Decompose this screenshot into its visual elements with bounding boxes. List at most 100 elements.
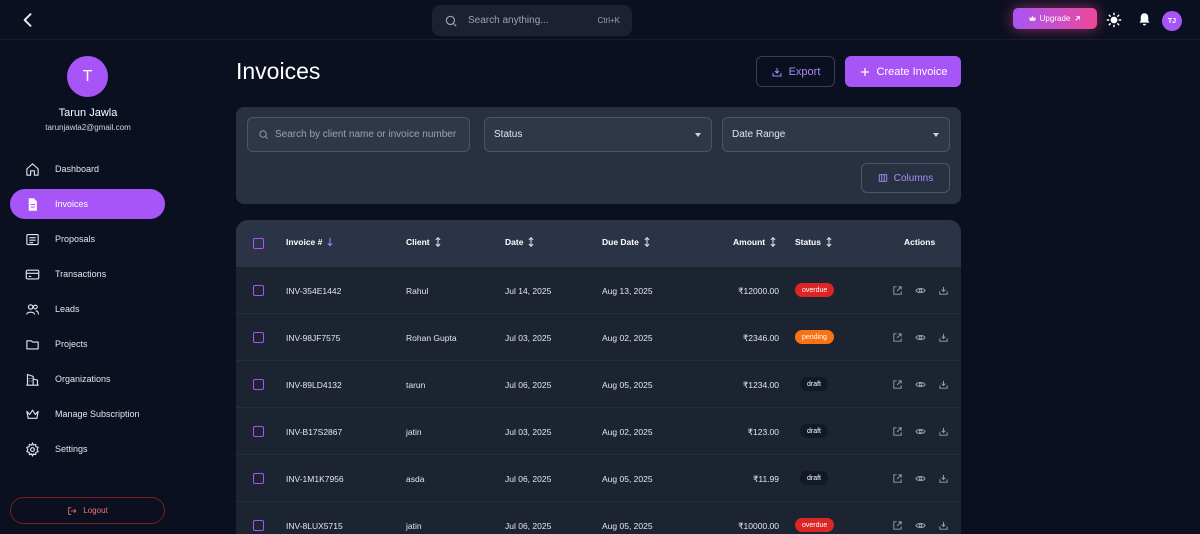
upgrade-label: Upgrade <box>1039 14 1071 23</box>
sort-icon <box>770 237 776 247</box>
row-checkbox[interactable] <box>253 426 264 437</box>
header-date[interactable]: Date <box>505 237 535 247</box>
cell-client: jatin <box>406 521 422 531</box>
date-range-select[interactable]: Date Range <box>722 117 950 152</box>
table-row[interactable]: INV-B17S2867 jatin Jul 03, 2025 Aug 02, … <box>236 408 961 455</box>
header-status-label: Status <box>795 237 821 247</box>
eye-icon[interactable] <box>915 285 926 296</box>
sidebar-item-projects[interactable]: Projects <box>10 329 165 359</box>
cell-amount: ₹2346.00 <box>742 333 779 343</box>
header-client-label: Client <box>406 237 430 247</box>
cell-due-date: Aug 05, 2025 <box>602 380 653 390</box>
row-checkbox[interactable] <box>253 520 264 531</box>
crown-icon <box>26 409 39 419</box>
row-checkbox[interactable] <box>253 285 264 296</box>
sidebar-item-dashboard[interactable]: Dashboard <box>10 154 165 184</box>
export-button[interactable]: Export <box>756 56 835 87</box>
global-search[interactable]: Search anything... Ctrl+K <box>432 5 632 36</box>
cell-invoice[interactable]: INV-8LUX5715 <box>286 521 343 531</box>
header-date-label: Date <box>505 237 524 247</box>
header-amount[interactable]: Amount <box>733 237 777 247</box>
upgrade-button[interactable]: Upgrade <box>1013 8 1097 29</box>
proposal-icon <box>26 233 39 245</box>
open-external-icon[interactable] <box>892 473 903 484</box>
header-actions: Actions <box>904 237 935 247</box>
cell-client: tarun <box>406 380 426 390</box>
download-icon[interactable] <box>938 379 949 390</box>
sidebar-item-transactions[interactable]: Transactions <box>10 259 165 289</box>
eye-icon[interactable] <box>915 473 926 484</box>
export-label: Export <box>788 65 821 78</box>
top-bar: Search anything... Ctrl+K Upgrade TJ <box>0 0 1200 40</box>
sidebar-item-settings[interactable]: Settings <box>10 434 165 464</box>
logout-label: Logout <box>83 506 108 515</box>
sidebar-item-manage-subscription[interactable]: Manage Subscription <box>10 399 165 429</box>
sidebar-item-invoices[interactable]: Invoices <box>10 189 165 219</box>
header-invoice[interactable]: Invoice # <box>286 237 334 247</box>
cell-invoice[interactable]: INV-354E1442 <box>286 286 341 296</box>
eye-icon[interactable] <box>915 379 926 390</box>
logout-button[interactable]: Logout <box>10 497 165 524</box>
cell-invoice[interactable]: INV-B17S2867 <box>286 427 342 437</box>
cell-due-date: Aug 05, 2025 <box>602 521 653 531</box>
back-arrow-icon[interactable] <box>18 10 38 30</box>
profile-name: Tarun Jawla <box>58 107 118 119</box>
invoice-search-input[interactable] <box>275 129 459 140</box>
sidebar-item-organizations[interactable]: Organizations <box>10 364 165 394</box>
status-badge: pending <box>795 330 834 344</box>
table-row[interactable]: INV-8LUX5715 jatin Jul 06, 2025 Aug 05, … <box>236 502 961 534</box>
header-client[interactable]: Client <box>406 237 442 247</box>
select-all-checkbox[interactable] <box>253 238 264 249</box>
download-icon[interactable] <box>938 285 949 296</box>
eye-icon[interactable] <box>915 426 926 437</box>
open-external-icon[interactable] <box>892 426 903 437</box>
cell-invoice[interactable]: INV-98JF7575 <box>286 333 340 343</box>
chevron-down-icon <box>933 133 939 137</box>
sidebar-item-proposals[interactable]: Proposals <box>10 224 165 254</box>
header-due-date[interactable]: Due Date <box>602 237 651 247</box>
table-row[interactable]: INV-354E1442 Rahul Jul 14, 2025 Aug 13, … <box>236 267 961 314</box>
status-badge: draft <box>800 471 829 485</box>
header-status[interactable]: Status <box>795 237 833 247</box>
sidebar: T Tarun Jawla tarunjawla2@gmail.com Dash… <box>0 40 176 534</box>
open-external-icon[interactable] <box>892 379 903 390</box>
cell-invoice[interactable]: INV-89LD4132 <box>286 380 342 390</box>
building-icon <box>26 373 39 386</box>
status-badge: draft <box>800 424 829 438</box>
cell-invoice[interactable]: INV-1M1K7956 <box>286 474 344 484</box>
header-invoice-label: Invoice # <box>286 237 323 247</box>
home-icon <box>26 162 39 176</box>
cell-client: Rahul <box>406 286 429 296</box>
invoice-search-field[interactable] <box>247 117 470 152</box>
create-invoice-label: Create Invoice <box>876 65 948 78</box>
create-invoice-button[interactable]: Create Invoice <box>845 56 961 87</box>
chevron-down-icon <box>695 133 701 137</box>
eye-icon[interactable] <box>915 332 926 343</box>
sidebar-item-label: Organizations <box>55 374 111 384</box>
open-external-icon[interactable] <box>892 332 903 343</box>
open-external-icon[interactable] <box>892 520 903 531</box>
cell-due-date: Aug 02, 2025 <box>602 427 653 437</box>
download-icon[interactable] <box>938 426 949 437</box>
user-avatar[interactable]: TJ <box>1162 11 1182 31</box>
sun-icon[interactable] <box>1106 12 1122 28</box>
open-external-icon[interactable] <box>892 285 903 296</box>
bell-icon[interactable] <box>1137 12 1152 27</box>
status-select[interactable]: Status <box>484 117 712 152</box>
sidebar-item-leads[interactable]: Leads <box>10 294 165 324</box>
cell-amount: ₹123.00 <box>747 427 779 437</box>
row-checkbox[interactable] <box>253 332 264 343</box>
download-icon[interactable] <box>938 473 949 484</box>
cell-date: Jul 03, 2025 <box>505 427 552 437</box>
sort-icon <box>528 237 534 247</box>
table-row[interactable]: INV-89LD4132 tarun Jul 06, 2025 Aug 05, … <box>236 361 961 408</box>
columns-button[interactable]: Columns <box>861 163 950 193</box>
table-row[interactable]: INV-1M1K7956 asda Jul 06, 2025 Aug 05, 2… <box>236 455 961 502</box>
download-icon[interactable] <box>938 332 949 343</box>
table-row[interactable]: INV-98JF7575 Rohan Gupta Jul 03, 2025 Au… <box>236 314 961 361</box>
header-actions-label: Actions <box>904 237 936 247</box>
download-icon[interactable] <box>938 520 949 531</box>
row-checkbox[interactable] <box>253 473 264 484</box>
eye-icon[interactable] <box>915 520 926 531</box>
row-checkbox[interactable] <box>253 379 264 390</box>
